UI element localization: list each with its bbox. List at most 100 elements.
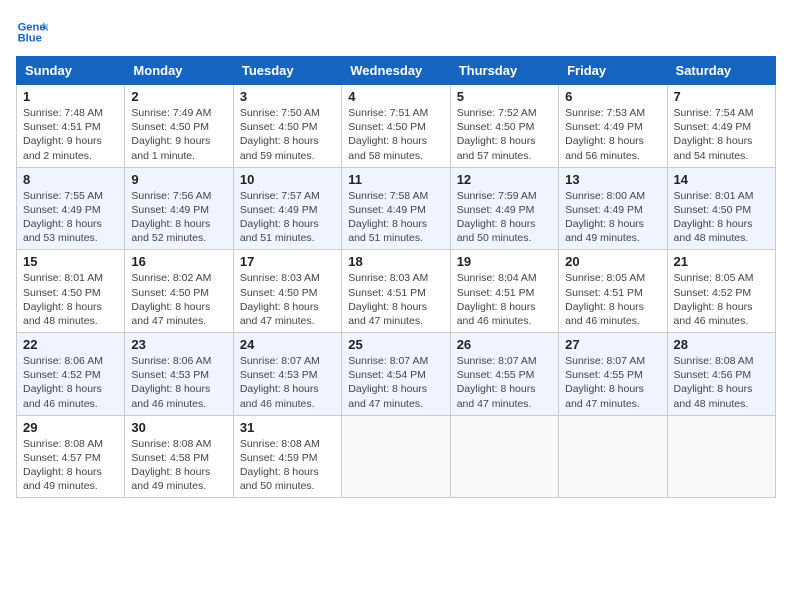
calendar-cell: 10 Sunrise: 7:57 AMSunset: 4:49 PMDayligh…	[233, 167, 341, 250]
day-number: 8	[23, 172, 118, 187]
calendar-cell: 14 Sunrise: 8:01 AMSunset: 4:50 PMDayligh…	[667, 167, 775, 250]
day-detail: Sunrise: 7:51 AMSunset: 4:50 PMDaylight:…	[348, 106, 443, 163]
day-number: 10	[240, 172, 335, 187]
day-number: 21	[674, 254, 769, 269]
calendar-cell: 16 Sunrise: 8:02 AMSunset: 4:50 PMDayligh…	[125, 250, 233, 333]
calendar-cell: 17 Sunrise: 8:03 AMSunset: 4:50 PMDayligh…	[233, 250, 341, 333]
day-detail: Sunrise: 8:07 AMSunset: 4:55 PMDaylight:…	[457, 354, 552, 411]
day-number: 17	[240, 254, 335, 269]
weekday-header-sunday: Sunday	[17, 57, 125, 85]
calendar-cell: 3 Sunrise: 7:50 AMSunset: 4:50 PMDaylight…	[233, 85, 341, 168]
day-detail: Sunrise: 7:56 AMSunset: 4:49 PMDaylight:…	[131, 189, 226, 246]
week-row-2: 8 Sunrise: 7:55 AMSunset: 4:49 PMDaylight…	[17, 167, 776, 250]
calendar-cell	[450, 415, 558, 498]
day-detail: Sunrise: 8:04 AMSunset: 4:51 PMDaylight:…	[457, 271, 552, 328]
calendar-cell: 7 Sunrise: 7:54 AMSunset: 4:49 PMDaylight…	[667, 85, 775, 168]
day-detail: Sunrise: 8:06 AMSunset: 4:52 PMDaylight:…	[23, 354, 118, 411]
calendar-cell: 30Sunrise: 8:08 AMSunset: 4:58 PMDayligh…	[125, 415, 233, 498]
calendar-cell: 9 Sunrise: 7:56 AMSunset: 4:49 PMDaylight…	[125, 167, 233, 250]
calendar-cell	[667, 415, 775, 498]
day-detail: Sunrise: 8:01 AMSunset: 4:50 PMDaylight:…	[23, 271, 118, 328]
day-detail: Sunrise: 7:49 AMSunset: 4:50 PMDaylight:…	[131, 106, 226, 163]
calendar-cell: 22Sunrise: 8:06 AMSunset: 4:52 PMDayligh…	[17, 333, 125, 416]
calendar-cell: 23 Sunrise: 8:06 AMSunset: 4:53 PMDayligh…	[125, 333, 233, 416]
day-number: 31	[240, 420, 335, 435]
calendar-cell: 21 Sunrise: 8:05 AMSunset: 4:52 PMDayligh…	[667, 250, 775, 333]
weekday-header-row: SundayMondayTuesdayWednesdayThursdayFrid…	[17, 57, 776, 85]
day-detail: Sunrise: 8:07 AMSunset: 4:55 PMDaylight:…	[565, 354, 660, 411]
day-number: 25	[348, 337, 443, 352]
calendar-cell: 2 Sunrise: 7:49 AMSunset: 4:50 PMDaylight…	[125, 85, 233, 168]
calendar-cell: 26 Sunrise: 8:07 AMSunset: 4:55 PMDayligh…	[450, 333, 558, 416]
day-detail: Sunrise: 8:08 AMSunset: 4:59 PMDaylight:…	[240, 437, 335, 494]
day-detail: Sunrise: 7:53 AMSunset: 4:49 PMDaylight:…	[565, 106, 660, 163]
day-number: 12	[457, 172, 552, 187]
day-detail: Sunrise: 8:00 AMSunset: 4:49 PMDaylight:…	[565, 189, 660, 246]
calendar-cell: 29Sunrise: 8:08 AMSunset: 4:57 PMDayligh…	[17, 415, 125, 498]
day-number: 19	[457, 254, 552, 269]
calendar-cell: 20 Sunrise: 8:05 AMSunset: 4:51 PMDayligh…	[559, 250, 667, 333]
day-detail: Sunrise: 7:59 AMSunset: 4:49 PMDaylight:…	[457, 189, 552, 246]
week-row-1: 1Sunrise: 7:48 AMSunset: 4:51 PMDaylight…	[17, 85, 776, 168]
logo-icon: General Blue	[16, 16, 48, 48]
day-detail: Sunrise: 8:03 AMSunset: 4:51 PMDaylight:…	[348, 271, 443, 328]
day-detail: Sunrise: 8:01 AMSunset: 4:50 PMDaylight:…	[674, 189, 769, 246]
day-detail: Sunrise: 8:06 AMSunset: 4:53 PMDaylight:…	[131, 354, 226, 411]
calendar-cell: 15Sunrise: 8:01 AMSunset: 4:50 PMDayligh…	[17, 250, 125, 333]
day-number: 27	[565, 337, 660, 352]
day-number: 20	[565, 254, 660, 269]
logo: General Blue	[16, 16, 48, 48]
weekday-header-monday: Monday	[125, 57, 233, 85]
day-number: 2	[131, 89, 226, 104]
weekday-header-thursday: Thursday	[450, 57, 558, 85]
day-detail: Sunrise: 7:52 AMSunset: 4:50 PMDaylight:…	[457, 106, 552, 163]
calendar-cell	[342, 415, 450, 498]
page-header: General Blue	[16, 16, 776, 48]
day-number: 30	[131, 420, 226, 435]
calendar-cell: 25 Sunrise: 8:07 AMSunset: 4:54 PMDayligh…	[342, 333, 450, 416]
day-detail: Sunrise: 8:05 AMSunset: 4:51 PMDaylight:…	[565, 271, 660, 328]
day-number: 26	[457, 337, 552, 352]
day-number: 9	[131, 172, 226, 187]
calendar-cell: 31 Sunrise: 8:08 AMSunset: 4:59 PMDayligh…	[233, 415, 341, 498]
day-detail: Sunrise: 7:50 AMSunset: 4:50 PMDaylight:…	[240, 106, 335, 163]
calendar-cell: 24Sunrise: 8:07 AMSunset: 4:53 PMDayligh…	[233, 333, 341, 416]
weekday-header-tuesday: Tuesday	[233, 57, 341, 85]
day-number: 4	[348, 89, 443, 104]
day-detail: Sunrise: 8:02 AMSunset: 4:50 PMDaylight:…	[131, 271, 226, 328]
day-detail: Sunrise: 7:57 AMSunset: 4:49 PMDaylight:…	[240, 189, 335, 246]
calendar-cell: 18 Sunrise: 8:03 AMSunset: 4:51 PMDayligh…	[342, 250, 450, 333]
day-number: 7	[674, 89, 769, 104]
day-detail: Sunrise: 8:05 AMSunset: 4:52 PMDaylight:…	[674, 271, 769, 328]
calendar-cell: 8 Sunrise: 7:55 AMSunset: 4:49 PMDaylight…	[17, 167, 125, 250]
day-number: 24	[240, 337, 335, 352]
week-row-5: 29Sunrise: 8:08 AMSunset: 4:57 PMDayligh…	[17, 415, 776, 498]
day-detail: Sunrise: 8:07 AMSunset: 4:54 PMDaylight:…	[348, 354, 443, 411]
day-detail: Sunrise: 7:58 AMSunset: 4:49 PMDaylight:…	[348, 189, 443, 246]
day-detail: Sunrise: 7:54 AMSunset: 4:49 PMDaylight:…	[674, 106, 769, 163]
weekday-header-friday: Friday	[559, 57, 667, 85]
weekday-header-wednesday: Wednesday	[342, 57, 450, 85]
day-number: 23	[131, 337, 226, 352]
day-number: 18	[348, 254, 443, 269]
day-number: 1	[23, 89, 118, 104]
weekday-header-saturday: Saturday	[667, 57, 775, 85]
calendar-cell	[559, 415, 667, 498]
day-number: 28	[674, 337, 769, 352]
day-detail: Sunrise: 7:55 AMSunset: 4:49 PMDaylight:…	[23, 189, 118, 246]
calendar-table: SundayMondayTuesdayWednesdayThursdayFrid…	[16, 56, 776, 498]
week-row-4: 22Sunrise: 8:06 AMSunset: 4:52 PMDayligh…	[17, 333, 776, 416]
calendar-cell: 13 Sunrise: 8:00 AMSunset: 4:49 PMDayligh…	[559, 167, 667, 250]
day-number: 16	[131, 254, 226, 269]
day-detail: Sunrise: 8:03 AMSunset: 4:50 PMDaylight:…	[240, 271, 335, 328]
week-row-3: 15Sunrise: 8:01 AMSunset: 4:50 PMDayligh…	[17, 250, 776, 333]
day-number: 14	[674, 172, 769, 187]
day-number: 13	[565, 172, 660, 187]
calendar-cell: 4 Sunrise: 7:51 AMSunset: 4:50 PMDaylight…	[342, 85, 450, 168]
calendar-cell: 1Sunrise: 7:48 AMSunset: 4:51 PMDaylight…	[17, 85, 125, 168]
calendar-cell: 5Sunrise: 7:52 AMSunset: 4:50 PMDaylight…	[450, 85, 558, 168]
calendar-cell: 12 Sunrise: 7:59 AMSunset: 4:49 PMDayligh…	[450, 167, 558, 250]
calendar-cell: 27 Sunrise: 8:07 AMSunset: 4:55 PMDayligh…	[559, 333, 667, 416]
day-number: 3	[240, 89, 335, 104]
day-number: 29	[23, 420, 118, 435]
